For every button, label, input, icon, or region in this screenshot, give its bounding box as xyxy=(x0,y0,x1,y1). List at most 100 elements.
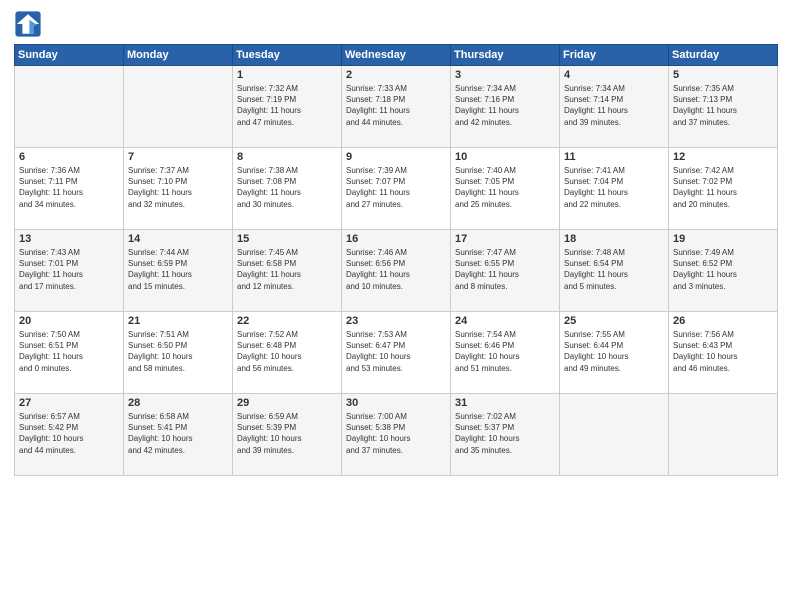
calendar-cell: 23 Sunrise: 7:53 AM Sunset: 6:47 PM Dayli… xyxy=(342,312,451,394)
day-number: 30 xyxy=(346,397,446,409)
day-number: 2 xyxy=(346,69,446,81)
calendar-cell: 26 Sunrise: 7:56 AM Sunset: 6:43 PM Dayli… xyxy=(669,312,778,394)
calendar-week-row: 27 Sunrise: 6:57 AM Sunset: 5:42 PM Dayli… xyxy=(15,394,778,476)
calendar-cell: 1Sunrise: 7:32 AM Sunset: 7:19 PM Daylig… xyxy=(233,66,342,148)
weekday-header: Friday xyxy=(560,45,669,66)
calendar-cell: 30 Sunrise: 7:00 AM Sunset: 5:38 PM Dayli… xyxy=(342,394,451,476)
weekday-header: Monday xyxy=(124,45,233,66)
calendar-cell: 18 Sunrise: 7:48 AM Sunset: 6:54 PM Dayli… xyxy=(560,230,669,312)
cell-info: Sunrise: 7:47 AM Sunset: 6:55 PM Dayligh… xyxy=(455,247,555,292)
day-number: 18 xyxy=(564,233,664,245)
day-number: 12 xyxy=(673,151,773,163)
calendar-cell: 20 Sunrise: 7:50 AM Sunset: 6:51 PM Dayli… xyxy=(15,312,124,394)
cell-info: Sunrise: 6:58 AM Sunset: 5:41 PM Dayligh… xyxy=(128,411,228,456)
weekday-header: Thursday xyxy=(451,45,560,66)
weekday-header: Saturday xyxy=(669,45,778,66)
calendar-cell: 19 Sunrise: 7:49 AM Sunset: 6:52 PM Dayli… xyxy=(669,230,778,312)
cell-info: Sunrise: 7:55 AM Sunset: 6:44 PM Dayligh… xyxy=(564,329,664,374)
day-number: 25 xyxy=(564,315,664,327)
cell-info: Sunrise: 7:34 AM Sunset: 7:16 PM Dayligh… xyxy=(455,83,555,128)
day-number: 16 xyxy=(346,233,446,245)
calendar-cell xyxy=(669,394,778,476)
day-number: 15 xyxy=(237,233,337,245)
calendar-cell: 21Sunrise: 7:51 AM Sunset: 6:50 PM Dayli… xyxy=(124,312,233,394)
calendar-cell xyxy=(124,66,233,148)
calendar-cell: 3 Sunrise: 7:34 AM Sunset: 7:16 PM Daylig… xyxy=(451,66,560,148)
calendar-week-row: 13Sunrise: 7:43 AM Sunset: 7:01 PM Dayli… xyxy=(15,230,778,312)
day-number: 20 xyxy=(19,315,119,327)
calendar-cell: 24 Sunrise: 7:54 AM Sunset: 6:46 PM Dayli… xyxy=(451,312,560,394)
calendar-cell xyxy=(560,394,669,476)
day-number: 22 xyxy=(237,315,337,327)
calendar: SundayMondayTuesdayWednesdayThursdayFrid… xyxy=(14,44,778,476)
calendar-cell: 9 Sunrise: 7:39 AM Sunset: 7:07 PM Daylig… xyxy=(342,148,451,230)
calendar-cell: 31 Sunrise: 7:02 AM Sunset: 5:37 PM Dayli… xyxy=(451,394,560,476)
cell-info: Sunrise: 7:42 AM Sunset: 7:02 PM Dayligh… xyxy=(673,165,773,210)
cell-info: Sunrise: 7:50 AM Sunset: 6:51 PM Dayligh… xyxy=(19,329,119,374)
calendar-cell: 11Sunrise: 7:41 AM Sunset: 7:04 PM Dayli… xyxy=(560,148,669,230)
day-number: 26 xyxy=(673,315,773,327)
cell-info: Sunrise: 7:32 AM Sunset: 7:19 PM Dayligh… xyxy=(237,83,337,128)
calendar-cell: 6 Sunrise: 7:36 AM Sunset: 7:11 PM Daylig… xyxy=(15,148,124,230)
day-number: 3 xyxy=(455,69,555,81)
day-number: 6 xyxy=(19,151,119,163)
cell-info: Sunrise: 7:00 AM Sunset: 5:38 PM Dayligh… xyxy=(346,411,446,456)
cell-info: Sunrise: 7:35 AM Sunset: 7:13 PM Dayligh… xyxy=(673,83,773,128)
day-number: 4 xyxy=(564,69,664,81)
calendar-cell: 16 Sunrise: 7:46 AM Sunset: 6:56 PM Dayli… xyxy=(342,230,451,312)
day-number: 23 xyxy=(346,315,446,327)
day-number: 10 xyxy=(455,151,555,163)
cell-info: Sunrise: 7:52 AM Sunset: 6:48 PM Dayligh… xyxy=(237,329,337,374)
cell-info: Sunrise: 7:56 AM Sunset: 6:43 PM Dayligh… xyxy=(673,329,773,374)
cell-info: Sunrise: 7:46 AM Sunset: 6:56 PM Dayligh… xyxy=(346,247,446,292)
page: SundayMondayTuesdayWednesdayThursdayFrid… xyxy=(0,0,792,612)
calendar-cell: 15 Sunrise: 7:45 AM Sunset: 6:58 PM Dayli… xyxy=(233,230,342,312)
calendar-cell: 27 Sunrise: 6:57 AM Sunset: 5:42 PM Dayli… xyxy=(15,394,124,476)
cell-info: Sunrise: 6:57 AM Sunset: 5:42 PM Dayligh… xyxy=(19,411,119,456)
cell-info: Sunrise: 7:53 AM Sunset: 6:47 PM Dayligh… xyxy=(346,329,446,374)
calendar-week-row: 1Sunrise: 7:32 AM Sunset: 7:19 PM Daylig… xyxy=(15,66,778,148)
cell-info: Sunrise: 7:49 AM Sunset: 6:52 PM Dayligh… xyxy=(673,247,773,292)
cell-info: Sunrise: 7:40 AM Sunset: 7:05 PM Dayligh… xyxy=(455,165,555,210)
calendar-cell: 25 Sunrise: 7:55 AM Sunset: 6:44 PM Dayli… xyxy=(560,312,669,394)
cell-info: Sunrise: 7:45 AM Sunset: 6:58 PM Dayligh… xyxy=(237,247,337,292)
cell-info: Sunrise: 7:39 AM Sunset: 7:07 PM Dayligh… xyxy=(346,165,446,210)
weekday-header: Wednesday xyxy=(342,45,451,66)
cell-info: Sunrise: 7:34 AM Sunset: 7:14 PM Dayligh… xyxy=(564,83,664,128)
calendar-cell: 29Sunrise: 6:59 AM Sunset: 5:39 PM Dayli… xyxy=(233,394,342,476)
cell-info: Sunrise: 7:38 AM Sunset: 7:08 PM Dayligh… xyxy=(237,165,337,210)
calendar-cell: 2Sunrise: 7:33 AM Sunset: 7:18 PM Daylig… xyxy=(342,66,451,148)
cell-info: Sunrise: 7:37 AM Sunset: 7:10 PM Dayligh… xyxy=(128,165,228,210)
day-number: 31 xyxy=(455,397,555,409)
day-number: 14 xyxy=(128,233,228,245)
cell-info: Sunrise: 7:36 AM Sunset: 7:11 PM Dayligh… xyxy=(19,165,119,210)
calendar-week-row: 20 Sunrise: 7:50 AM Sunset: 6:51 PM Dayli… xyxy=(15,312,778,394)
calendar-cell: 22 Sunrise: 7:52 AM Sunset: 6:48 PM Dayli… xyxy=(233,312,342,394)
day-number: 19 xyxy=(673,233,773,245)
day-number: 17 xyxy=(455,233,555,245)
day-number: 24 xyxy=(455,315,555,327)
calendar-cell: 28 Sunrise: 6:58 AM Sunset: 5:41 PM Dayli… xyxy=(124,394,233,476)
calendar-cell: 8 Sunrise: 7:38 AM Sunset: 7:08 PM Daylig… xyxy=(233,148,342,230)
weekday-header: Sunday xyxy=(15,45,124,66)
cell-info: Sunrise: 7:48 AM Sunset: 6:54 PM Dayligh… xyxy=(564,247,664,292)
cell-info: Sunrise: 7:02 AM Sunset: 5:37 PM Dayligh… xyxy=(455,411,555,456)
day-number: 8 xyxy=(237,151,337,163)
calendar-week-row: 6 Sunrise: 7:36 AM Sunset: 7:11 PM Daylig… xyxy=(15,148,778,230)
day-number: 7 xyxy=(128,151,228,163)
day-number: 27 xyxy=(19,397,119,409)
weekday-header: Tuesday xyxy=(233,45,342,66)
calendar-cell: 12 Sunrise: 7:42 AM Sunset: 7:02 PM Dayli… xyxy=(669,148,778,230)
cell-info: Sunrise: 7:43 AM Sunset: 7:01 PM Dayligh… xyxy=(19,247,119,292)
calendar-cell: 13Sunrise: 7:43 AM Sunset: 7:01 PM Dayli… xyxy=(15,230,124,312)
day-number: 5 xyxy=(673,69,773,81)
cell-info: Sunrise: 7:54 AM Sunset: 6:46 PM Dayligh… xyxy=(455,329,555,374)
calendar-cell: 5 Sunrise: 7:35 AM Sunset: 7:13 PM Daylig… xyxy=(669,66,778,148)
day-number: 28 xyxy=(128,397,228,409)
cell-info: Sunrise: 6:59 AM Sunset: 5:39 PM Dayligh… xyxy=(237,411,337,456)
day-number: 21 xyxy=(128,315,228,327)
generalblue-icon xyxy=(14,10,42,38)
calendar-cell: 17 Sunrise: 7:47 AM Sunset: 6:55 PM Dayli… xyxy=(451,230,560,312)
logo xyxy=(14,10,46,38)
day-number: 9 xyxy=(346,151,446,163)
